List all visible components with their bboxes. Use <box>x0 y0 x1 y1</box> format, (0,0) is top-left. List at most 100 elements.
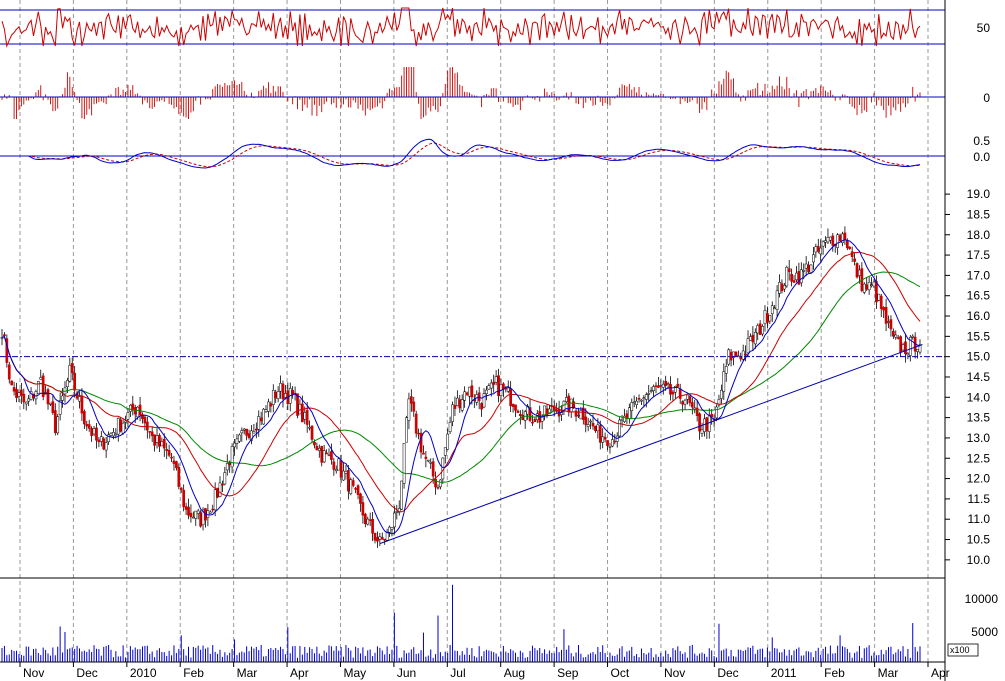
candle-body <box>778 282 781 294</box>
candle-body <box>555 409 559 412</box>
candle-body <box>192 516 195 519</box>
candle-body <box>7 364 11 380</box>
candle-body <box>320 446 324 463</box>
candle-body <box>56 416 60 434</box>
candle-body <box>426 459 430 462</box>
candle-body <box>254 428 258 431</box>
price-tick-label: 15.5 <box>967 329 991 343</box>
candle-body <box>218 482 222 497</box>
candle-body <box>690 402 694 408</box>
volume-tick-label: 10000 <box>965 592 999 606</box>
x-tick-label: Apr <box>290 666 309 680</box>
candle-body <box>240 430 244 434</box>
candle-body <box>456 397 459 407</box>
price-tick-label: 10.0 <box>967 553 991 567</box>
candle-body <box>879 295 883 310</box>
candle-body <box>630 402 634 412</box>
candle-body <box>310 425 314 440</box>
candle-body <box>916 349 919 352</box>
candle-body <box>148 431 152 433</box>
candle-body <box>611 439 614 447</box>
candle-body <box>337 458 341 471</box>
candle-body <box>162 438 166 449</box>
candle-body <box>431 461 435 477</box>
candle-body <box>439 479 442 488</box>
candle-body <box>412 401 416 412</box>
candle-body <box>143 416 147 424</box>
candle-body <box>845 240 849 249</box>
candle-body <box>373 532 377 541</box>
candle-body <box>875 281 878 303</box>
candle-body <box>327 454 331 456</box>
candle-body <box>623 415 626 422</box>
candle-body <box>816 245 820 252</box>
candle-body <box>884 307 888 324</box>
candle-body <box>780 283 784 292</box>
candle-body <box>119 419 123 432</box>
x-tick-label: Apr <box>931 666 950 680</box>
candle-body <box>657 385 660 388</box>
x-tick-label: 2011 <box>771 666 797 680</box>
candle-body <box>482 393 486 408</box>
candle-body <box>308 426 311 429</box>
candle-body <box>136 406 139 418</box>
price-tick-label: 13.5 <box>967 411 991 425</box>
candle-body <box>334 469 338 472</box>
candle-body <box>514 404 517 411</box>
candle-body <box>187 506 190 516</box>
candle-body <box>279 383 282 392</box>
candle-body <box>225 463 229 471</box>
price-tick-label: 14.0 <box>967 390 991 404</box>
candle-body <box>620 419 624 421</box>
candle-body <box>586 424 590 427</box>
price-tick-label: 18.5 <box>967 207 991 221</box>
candle-body <box>409 396 413 404</box>
candle-body <box>448 421 452 432</box>
candle-body <box>829 236 832 241</box>
candle-body <box>671 391 675 395</box>
price-tick-label: 12.5 <box>967 451 991 465</box>
candle-body <box>608 446 612 448</box>
candle-body <box>281 383 285 400</box>
candle-body <box>361 502 365 516</box>
candle-body <box>70 363 74 374</box>
candle-body <box>814 246 818 253</box>
moving-average-slow <box>1 271 921 483</box>
candle-body <box>569 398 573 413</box>
candle-body <box>661 383 665 388</box>
x-tick-label: Aug <box>504 666 525 680</box>
candle-body <box>351 480 355 486</box>
candle-body <box>114 433 118 436</box>
x-axis-labels: Nov Dec 2010 Feb Mar Apr May Jun Jul Aug Sep Oct Nov… <box>19 662 950 680</box>
candle-body <box>688 396 692 404</box>
candle-body <box>121 422 125 434</box>
price-tick-label: 17.0 <box>967 268 991 282</box>
candle-body <box>649 390 653 392</box>
candle-body <box>509 388 513 407</box>
candle-body <box>904 341 907 355</box>
candle-body <box>429 462 433 464</box>
candle-body <box>768 315 772 322</box>
candle-body <box>199 512 202 527</box>
price-panel <box>0 226 945 548</box>
candle-body <box>385 531 389 541</box>
candle-body <box>715 406 718 419</box>
candle-body <box>325 452 328 455</box>
histogram-panel <box>0 67 945 119</box>
candle-body <box>383 538 387 541</box>
candle-body <box>36 381 40 395</box>
candle-body <box>436 487 440 489</box>
candle-body <box>211 508 215 511</box>
candle-body <box>112 432 115 437</box>
candle-body <box>262 408 265 425</box>
candle-body <box>596 424 600 432</box>
candle-body <box>230 446 234 468</box>
candle-body <box>330 451 333 460</box>
candle-body <box>465 392 469 395</box>
price-tick-label: 17.5 <box>967 248 991 262</box>
candle-body <box>613 440 617 443</box>
candle-body <box>722 371 726 392</box>
candle-body <box>867 281 871 291</box>
candle-body <box>734 351 738 357</box>
rsi-tick-label: 50 <box>977 21 991 35</box>
